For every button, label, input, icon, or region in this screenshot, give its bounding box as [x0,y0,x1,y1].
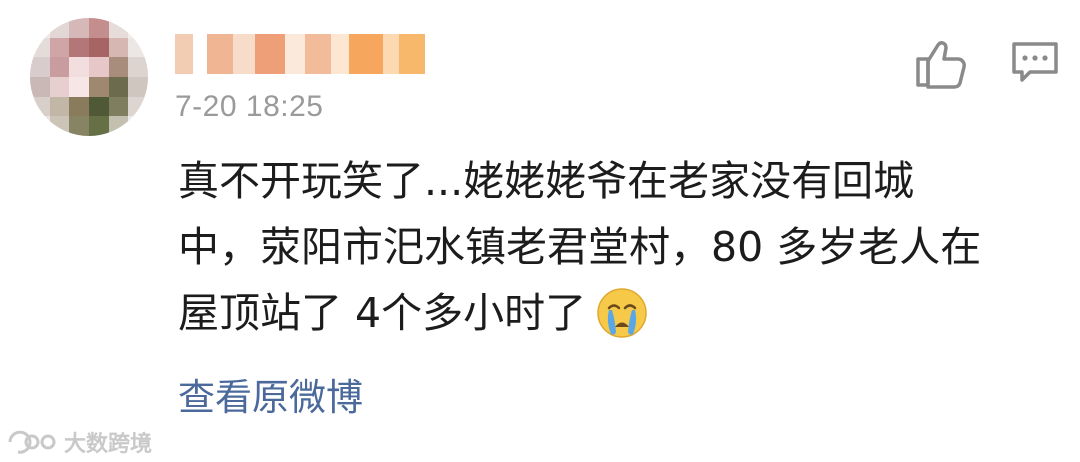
crying-face-emoji [597,288,647,338]
comment-line: 屋顶站了 4个多小时了 [178,280,1058,346]
comment-line: 中，荥阳市汜水镇老君堂村，80 多岁老人在 [178,223,982,271]
avatar[interactable] [30,18,148,136]
view-original-weibo-link[interactable]: 查看原微博 [178,367,363,421]
watermark-logo-icon [8,430,56,454]
comment-line: 真不开玩笑了...姥姥姥爷在老家没有回城 [178,157,915,205]
post-timestamp: 7-20 18:25 [175,90,324,123]
comment-line-text: 屋顶站了 4个多小时了 [178,289,587,337]
comment-text: 真不开玩笑了...姥姥姥爷在老家没有回城 中，荥阳市汜水镇老君堂村，80 多岁老… [178,148,1058,346]
thumbs-up-icon[interactable] [912,37,968,89]
watermark-text: 大数跨境 [64,432,153,457]
comment-icon[interactable] [1010,40,1060,86]
watermark: 大数跨境 [6,426,152,458]
username-pixelated[interactable] [175,30,425,78]
